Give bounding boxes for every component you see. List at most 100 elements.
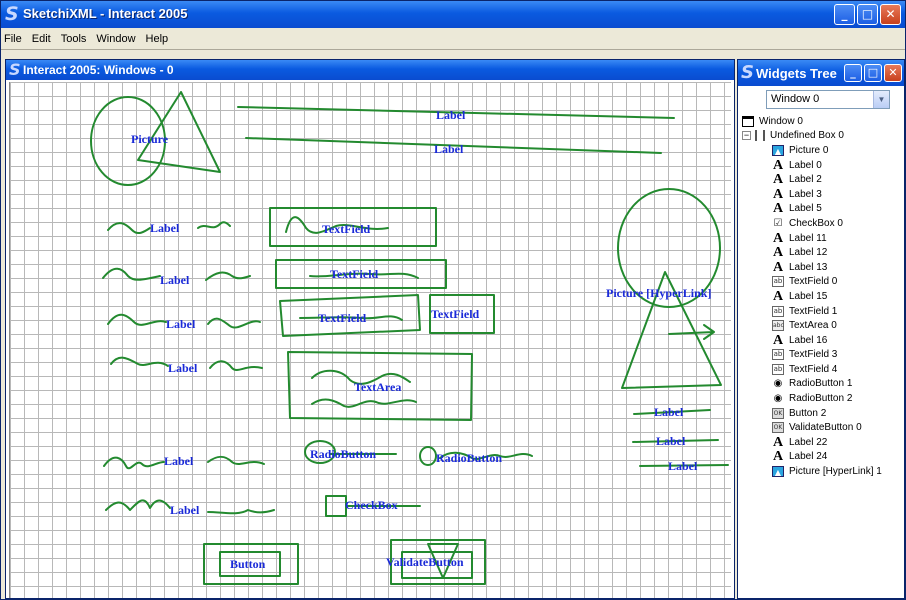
tree-item-label: Label 5 bbox=[789, 203, 822, 215]
window-select[interactable]: Window 0 ▼ bbox=[766, 90, 890, 109]
sketch-picture-hyperlink[interactable]: Picture [HyperLink] bbox=[606, 188, 722, 389]
sketch-textfield-2[interactable]: TextField bbox=[275, 259, 447, 289]
tree-item-label: Window 0 bbox=[759, 115, 803, 127]
sketch-label-top2[interactable]: Label bbox=[245, 137, 662, 156]
tree-item[interactable]: Window 0 bbox=[742, 114, 902, 129]
tree-item[interactable]: A Label 11 bbox=[742, 231, 902, 246]
document-titlebar[interactable]: S Interact 2005: Windows - 0 bbox=[6, 60, 734, 80]
tree-item-label: ValidateButton 0 bbox=[789, 422, 862, 434]
panel-maximize-button[interactable]: □ bbox=[864, 64, 882, 82]
document-window: S Interact 2005: Windows - 0 Picture Lab… bbox=[5, 59, 735, 599]
sketch-label-r1[interactable]: Label bbox=[633, 405, 711, 419]
tree-item[interactable]: A Label 13 bbox=[742, 260, 902, 275]
sketch-label-c[interactable]: Label bbox=[107, 313, 261, 331]
menu-window[interactable]: Window bbox=[92, 33, 141, 45]
tree-item-label: TextArea 0 bbox=[789, 320, 837, 332]
chevron-down-icon[interactable]: ▼ bbox=[873, 91, 889, 108]
tree-item-label: TextField 3 bbox=[789, 349, 838, 361]
tree-item[interactable]: ◉ RadioButton 2 bbox=[742, 391, 902, 406]
label-text: Label bbox=[436, 108, 466, 122]
sketch-label-d[interactable]: Label bbox=[110, 356, 263, 375]
collapse-icon[interactable]: − bbox=[742, 131, 751, 141]
tree-item[interactable]: A Label 16 bbox=[742, 333, 902, 348]
radio-text: RadioButton bbox=[310, 447, 376, 461]
tree-item[interactable]: ab TextField 1 bbox=[742, 304, 902, 319]
minimize-button[interactable]: _ bbox=[834, 4, 855, 25]
button-text: Button bbox=[230, 557, 266, 571]
app-titlebar[interactable]: S SketchiXML - Interact 2005 _ □ ✕ bbox=[1, 1, 905, 28]
tree-item-label: RadioButton 1 bbox=[789, 378, 853, 390]
menu-tools[interactable]: Tools bbox=[57, 33, 93, 45]
tree-item-label: CheckBox 0 bbox=[789, 217, 843, 229]
sketch-textfield-1[interactable]: TextField bbox=[269, 207, 437, 247]
tree-item[interactable]: ◉ RadioButton 1 bbox=[742, 377, 902, 392]
sketch-label-a[interactable]: Label bbox=[107, 221, 231, 235]
tree-item[interactable]: ▲ Picture 0 bbox=[742, 143, 902, 158]
tree-item-label: Label 24 bbox=[789, 451, 828, 463]
textfield-icon: ab bbox=[772, 349, 784, 361]
sketch-label-b[interactable]: Label bbox=[102, 267, 251, 287]
sketch-label-r2[interactable]: Label bbox=[632, 434, 719, 448]
sketch-radio-2[interactable]: RadioButton bbox=[419, 446, 533, 466]
close-button[interactable]: ✕ bbox=[880, 4, 901, 25]
tree-item[interactable]: A Label 3 bbox=[742, 187, 902, 202]
sketch-validate-button[interactable]: ValidateButton bbox=[386, 539, 486, 585]
tree-item[interactable]: A Label 5 bbox=[742, 202, 902, 217]
label-icon: A bbox=[772, 332, 784, 348]
tree-item[interactable]: ▲ Picture [HyperLink] 1 bbox=[742, 464, 902, 479]
tree-item[interactable]: OK Button 2 bbox=[742, 406, 902, 421]
picture-hyperlink-text: Picture [HyperLink] bbox=[606, 286, 711, 300]
menu-bar: File Edit Tools Window Help bbox=[1, 28, 905, 50]
tree-item[interactable]: ab TextField 3 bbox=[742, 348, 902, 363]
box-icon bbox=[755, 130, 765, 142]
sketch-button[interactable]: Button bbox=[203, 543, 299, 585]
tree-item[interactable]: ☑ CheckBox 0 bbox=[742, 216, 902, 231]
radio-icon: ◉ bbox=[773, 378, 783, 390]
sketch-textarea[interactable]: TextArea bbox=[287, 351, 473, 421]
sketch-label-f[interactable]: Label bbox=[105, 499, 275, 517]
panel-minimize-button[interactable]: _ bbox=[844, 64, 862, 82]
menu-file[interactable]: File bbox=[1, 33, 28, 45]
widgets-tree-titlebar[interactable]: S Widgets Tree _ □ ✕ bbox=[738, 60, 904, 86]
sketch-textfield-3[interactable]: TextField bbox=[279, 294, 421, 337]
tree-item[interactable]: OK ValidateButton 0 bbox=[742, 420, 902, 435]
textfield-icon: ab bbox=[772, 305, 784, 317]
sketch-picture[interactable]: Picture bbox=[90, 91, 221, 186]
sketch-label-e[interactable]: Label bbox=[103, 454, 265, 470]
menu-edit[interactable]: Edit bbox=[28, 33, 57, 45]
tree-item-label: RadioButton 2 bbox=[789, 393, 853, 405]
tree-item[interactable]: A Label 24 bbox=[742, 450, 902, 465]
picture-icon: ▲ bbox=[772, 144, 784, 156]
sketch-drawing: Picture Label Label Label Label Label La… bbox=[90, 91, 729, 585]
tree-item[interactable]: abc TextArea 0 bbox=[742, 318, 902, 333]
maximize-button[interactable]: □ bbox=[857, 4, 878, 25]
sketch-label-r3[interactable]: Label bbox=[639, 459, 729, 473]
label-icon: A bbox=[772, 288, 784, 304]
tree-item[interactable]: ab TextField 4 bbox=[742, 362, 902, 377]
widgets-tree-panel: S Widgets Tree _ □ ✕ Window 0 ▼ Window 0… bbox=[737, 59, 905, 599]
tree-item-label: Label 22 bbox=[789, 436, 828, 448]
tree-item[interactable]: A Label 2 bbox=[742, 172, 902, 187]
tree-item-label: Label 12 bbox=[789, 247, 828, 259]
tree-item-label: Label 13 bbox=[789, 261, 828, 273]
sketch-checkbox[interactable]: CheckBox bbox=[325, 495, 421, 517]
sketch-textfield-4[interactable]: TextField bbox=[429, 294, 495, 334]
sketch-radio-1[interactable]: RadioButton bbox=[304, 440, 397, 464]
sketch-canvas[interactable]: Picture Label Label Label Label Label La… bbox=[9, 82, 731, 598]
tree-item-label: Label 16 bbox=[789, 334, 828, 346]
app-window: S SketchiXML - Interact 2005 _ □ ✕ File … bbox=[0, 0, 906, 600]
tree-item[interactable]: ab TextField 0 bbox=[742, 275, 902, 290]
textarea-icon: abc bbox=[772, 320, 784, 332]
menu-help[interactable]: Help bbox=[142, 33, 175, 45]
tree-item-label: Undefined Box 0 bbox=[770, 130, 844, 142]
sketch-label-top1[interactable]: Label bbox=[237, 106, 675, 122]
tree-item[interactable]: A Label 15 bbox=[742, 289, 902, 304]
tree-item[interactable]: A Label 12 bbox=[742, 245, 902, 260]
tree-item[interactable]: A Label 0 bbox=[742, 158, 902, 173]
panel-close-button[interactable]: ✕ bbox=[884, 64, 902, 82]
button-icon: OK bbox=[772, 407, 784, 419]
textfield-icon: ab bbox=[772, 276, 784, 288]
tree-item[interactable]: − Undefined Box 0 bbox=[742, 129, 902, 144]
tree-item[interactable]: A Label 22 bbox=[742, 435, 902, 450]
app-title: SketchiXML - Interact 2005 bbox=[23, 6, 188, 21]
